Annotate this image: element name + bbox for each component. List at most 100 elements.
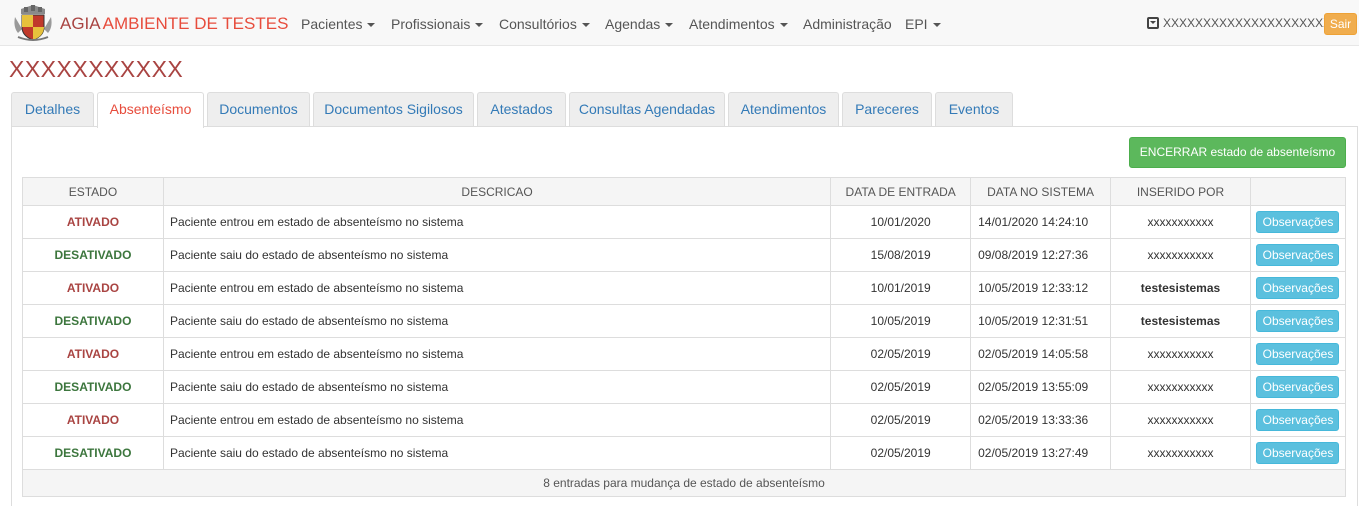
caret-down-icon (367, 23, 376, 28)
entry-date-cell: 10/05/2019 (830, 304, 972, 338)
tab-atendimentos[interactable]: Atendimentos (728, 92, 839, 127)
system-date-cell: 02/05/2019 13:33:36 (970, 403, 1112, 437)
nav-administracao[interactable]: Administração (803, 16, 892, 32)
column-header-inserido-por: INSERIDO POR (1110, 177, 1251, 206)
description-cell: Paciente saiu do estado de absenteísmo n… (162, 304, 832, 338)
status-cell: ATIVADO (22, 403, 164, 437)
actions-cell: Observações (1249, 304, 1347, 338)
entry-date-cell: 15/08/2019 (830, 238, 972, 272)
inserted-by-cell: xxxxxxxxxxx (1110, 436, 1251, 470)
nav-label: Profissionais (391, 16, 471, 32)
tab-documentos-sigilosos[interactable]: Documentos Sigilosos (313, 92, 474, 127)
logout-button[interactable]: Sair (1324, 13, 1357, 35)
table-row: DESATIVADO Paciente saiu do estado de ab… (22, 436, 1347, 470)
brand-name: AGIA (60, 14, 101, 33)
description-cell: Paciente saiu do estado de absenteísmo n… (162, 238, 832, 272)
nav-profissionais[interactable]: Profissionais (391, 16, 484, 32)
user-name[interactable]: XXXXXXXXXXXXXXXXXXXXXX (1163, 16, 1339, 30)
description-cell: Paciente saiu do estado de absenteísmo n… (162, 436, 832, 470)
tab-documentos[interactable]: Documentos (207, 92, 310, 127)
table-row: DESATIVADO Paciente saiu do estado de ab… (22, 370, 1347, 404)
table-row: ATIVADO Paciente entrou em estado de abs… (22, 271, 1347, 305)
actions-cell: Observações (1249, 370, 1347, 404)
entry-date-cell: 02/05/2019 (830, 403, 972, 437)
observations-button[interactable]: Observações (1256, 343, 1340, 365)
column-header-descricao: DESCRICAO (162, 177, 832, 206)
column-header-estado: ESTADO (22, 177, 164, 206)
status-cell: DESATIVADO (22, 370, 164, 404)
table-row: DESATIVADO Paciente saiu do estado de ab… (22, 304, 1347, 338)
actions-cell: Observações (1249, 403, 1347, 437)
column-header-data-sistema: DATA NO SISTEMA (970, 177, 1112, 206)
inserted-by-cell: xxxxxxxxxxx (1110, 238, 1251, 272)
inserted-by-cell: xxxxxxxxxxx (1110, 337, 1251, 371)
description-cell: Paciente entrou em estado de absenteísmo… (162, 337, 832, 371)
system-date-cell: 02/05/2019 13:27:49 (970, 436, 1112, 470)
tab-detalhes[interactable]: Detalhes (11, 92, 94, 127)
coat-of-arms-logo[interactable] (12, 3, 54, 43)
description-cell: Paciente saiu do estado de absenteísmo n… (162, 370, 832, 404)
tab-atestados[interactable]: Atestados (477, 92, 566, 127)
observations-button[interactable]: Observações (1256, 409, 1340, 431)
tab-pareceres[interactable]: Pareceres (842, 92, 932, 127)
caret-down-icon (581, 23, 590, 28)
status-cell: ATIVADO (22, 205, 164, 239)
nav-epi[interactable]: EPI (905, 16, 941, 32)
system-date-cell: 02/05/2019 13:55:09 (970, 370, 1112, 404)
observations-button[interactable]: Observações (1256, 211, 1340, 233)
description-cell: Paciente entrou em estado de absenteísmo… (162, 205, 832, 239)
brand-environment: AMBIENTE DE TESTES (102, 14, 289, 33)
entry-date-cell: 10/01/2019 (830, 271, 972, 305)
column-header-actions (1249, 177, 1347, 206)
description-cell: Paciente entrou em estado de absenteísmo… (162, 403, 832, 437)
observations-button[interactable]: Observações (1256, 376, 1340, 398)
caret-down-icon (475, 23, 484, 28)
caret-down-icon (665, 23, 674, 28)
actions-cell: Observações (1249, 271, 1347, 305)
actions-cell: Observações (1249, 238, 1347, 272)
status-cell: ATIVADO (22, 337, 164, 371)
entry-date-cell: 10/01/2020 (830, 205, 972, 239)
entry-date-cell: 02/05/2019 (830, 337, 972, 371)
nav-atendimentos[interactable]: Atendimentos (689, 16, 788, 32)
system-date-cell: 10/05/2019 12:31:51 (970, 304, 1112, 338)
tab-eventos[interactable]: Eventos (935, 92, 1013, 127)
nav-consultorios[interactable]: Consultórios (499, 16, 590, 32)
table-row: ATIVADO Paciente entrou em estado de abs… (22, 337, 1347, 371)
brand-title[interactable]: AGIA AMBIENTE DE TESTES (60, 14, 288, 34)
description-cell: Paciente entrou em estado de absenteísmo… (162, 271, 832, 305)
entry-date-cell: 02/05/2019 (830, 436, 972, 470)
status-cell: DESATIVADO (22, 304, 164, 338)
tab-consultas-agendadas[interactable]: Consultas Agendadas (569, 92, 725, 127)
actions-cell: Observações (1249, 205, 1347, 239)
caret-down-icon (932, 23, 941, 28)
observations-button[interactable]: Observações (1256, 310, 1340, 332)
observations-button[interactable]: Observações (1256, 244, 1340, 266)
status-cell: DESATIVADO (22, 436, 164, 470)
column-header-data-entrada: DATA DE ENTRADA (830, 177, 972, 206)
observations-button[interactable]: Observações (1256, 442, 1340, 464)
system-date-cell: 10/05/2019 12:33:12 (970, 271, 1112, 305)
inserted-by-cell: testesistemas (1110, 304, 1251, 338)
tab-absenteismo[interactable]: Absenteísmo (97, 92, 204, 128)
observations-button[interactable]: Observações (1256, 277, 1340, 299)
nav-agendas[interactable]: Agendas (605, 16, 674, 32)
table-row: ATIVADO Paciente entrou em estado de abs… (22, 403, 1347, 437)
nav-label: Pacientes (301, 16, 363, 32)
table-header-row: ESTADO DESCRICAO DATA DE ENTRADA DATA NO… (22, 177, 1347, 206)
actions-cell: Observações (1249, 337, 1347, 371)
table-row: DESATIVADO Paciente saiu do estado de ab… (22, 238, 1347, 272)
nav-label: EPI (905, 16, 928, 32)
status-cell: DESATIVADO (22, 238, 164, 272)
nav-label: Atendimentos (689, 16, 775, 32)
absenteeism-table: ESTADO DESCRICAO DATA DE ENTRADA DATA NO… (22, 177, 1347, 497)
nav-label: Administração (803, 16, 892, 32)
caret-square-icon[interactable] (1147, 17, 1159, 29)
nav-label: Consultórios (499, 16, 577, 32)
system-date-cell: 14/01/2020 14:24:10 (970, 205, 1112, 239)
status-cell: ATIVADO (22, 271, 164, 305)
entry-date-cell: 02/05/2019 (830, 370, 972, 404)
table-footer-row: 8 entradas para mudança de estado de abs… (22, 469, 1346, 497)
end-absenteeism-button[interactable]: ENCERRAR estado de absenteísmo (1129, 137, 1346, 168)
nav-pacientes[interactable]: Pacientes (301, 16, 376, 32)
